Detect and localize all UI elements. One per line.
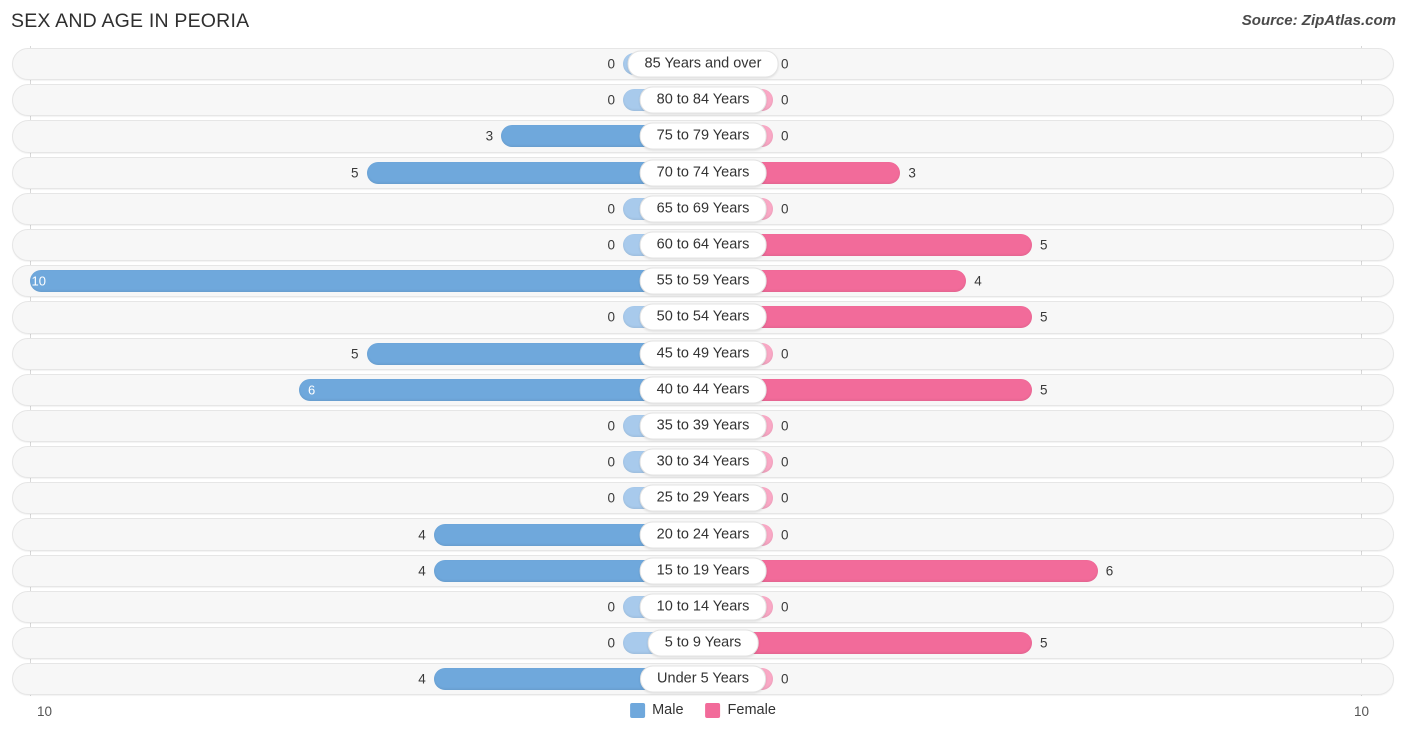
female-value-label: 0 [781, 454, 789, 470]
legend-label-female: Female [727, 702, 776, 718]
female-value-label: 0 [781, 418, 789, 434]
age-group-label: 70 to 74 Years [639, 159, 767, 187]
female-value-label: 6 [1105, 562, 1114, 578]
table-row[interactable]: 4 0 Under 5 Years [0, 661, 1406, 697]
legend-swatch-female-icon [705, 702, 721, 718]
age-group-label: 5 to 9 Years [647, 629, 759, 657]
female-value-label: 0 [781, 526, 789, 542]
age-group-label: 45 to 49 Years [639, 340, 767, 368]
female-value-label: 5 [1040, 635, 1048, 651]
female-value-label: 0 [781, 56, 789, 72]
female-value-label: 3 [908, 164, 916, 180]
age-group-label: 80 to 84 Years [639, 86, 767, 114]
female-value-label: 5 [1040, 237, 1048, 253]
male-value-label: 0 [607, 418, 615, 434]
age-group-label: 10 to 14 Years [639, 593, 767, 621]
table-row[interactable]: 0 0 80 to 84 Years [0, 82, 1406, 118]
table-row[interactable]: 4 6 15 to 19 Years [0, 553, 1406, 589]
age-group-label: 35 to 39 Years [639, 412, 767, 440]
table-row[interactable]: 0 0 30 to 34 Years [0, 444, 1406, 480]
page-title: SEX AND AGE IN PEORIA [11, 10, 250, 32]
table-row[interactable]: 0 5 50 to 54 Years [0, 299, 1406, 335]
table-row[interactable]: 5 0 45 to 49 Years [0, 336, 1406, 372]
table-row[interactable]: 0 5 5 to 9 Years [0, 625, 1406, 661]
legend-swatch-male-icon [630, 702, 646, 718]
male-value-label: 4 [418, 562, 426, 578]
table-row[interactable]: 3 0 75 to 79 Years [0, 118, 1406, 154]
source-attribution: Source: ZipAtlas.com [1241, 12, 1396, 29]
population-pyramid-chart: 0 0 85 Years and over 0 0 80 to 84 Years 3 0 75 … [0, 46, 1406, 696]
male-value-label: 0 [607, 309, 615, 325]
age-group-label: 55 to 59 Years [639, 267, 767, 295]
table-row[interactable]: 0 0 35 to 39 Years [0, 408, 1406, 444]
female-value-label: 0 [781, 128, 789, 144]
chart-footer: 10 10 Male Female [0, 696, 1406, 740]
chart-rows: 0 0 85 Years and over 0 0 80 to 84 Years 3 0 75 … [0, 46, 1406, 697]
age-group-label: 75 to 79 Years [639, 122, 767, 150]
axis-label-left: 10 [37, 704, 53, 719]
male-value-label: 4 [418, 671, 426, 687]
table-row[interactable]: 0 0 25 to 29 Years [0, 480, 1406, 516]
female-value-label: 0 [781, 201, 789, 217]
axis-label-right: 10 [1353, 704, 1369, 719]
female-value-label: 4 [974, 273, 982, 289]
legend-item-female[interactable]: Female [705, 702, 776, 718]
age-group-label: 40 to 44 Years [639, 376, 767, 404]
table-row[interactable]: 4 0 20 to 24 Years [0, 516, 1406, 552]
table-row[interactable]: 0 0 65 to 69 Years [0, 191, 1406, 227]
table-row[interactable]: 5 3 70 to 74 Years [0, 155, 1406, 191]
male-value-label: 0 [607, 201, 615, 217]
age-group-label: 60 to 64 Years [639, 231, 767, 259]
female-value-label: 5 [1040, 309, 1048, 325]
age-group-label: 20 to 24 Years [639, 521, 767, 549]
age-group-label: Under 5 Years [640, 665, 766, 693]
male-value-label: 4 [418, 526, 426, 542]
female-value-label: 0 [781, 599, 789, 615]
table-row[interactable]: 0 5 60 to 64 Years [0, 227, 1406, 263]
female-value-label: 0 [781, 345, 789, 361]
male-value-label: 0 [607, 599, 615, 615]
chart-header: SEX AND AGE IN PEORIA Source: ZipAtlas.c… [0, 0, 1406, 46]
male-value-label: 0 [607, 490, 615, 506]
male-value-label: 0 [607, 237, 615, 253]
age-group-label: 15 to 19 Years [639, 557, 767, 585]
legend-label-male: Male [652, 702, 684, 718]
chart-legend: Male Female [630, 702, 776, 718]
female-value-label: 0 [781, 92, 789, 108]
male-value-label: 5 [350, 345, 359, 361]
male-value-label: 0 [607, 92, 615, 108]
table-row[interactable]: 0 0 10 to 14 Years [0, 589, 1406, 625]
age-group-label: 30 to 34 Years [639, 448, 767, 476]
age-group-label: 85 Years and over [627, 50, 779, 78]
male-value-label: 0 [607, 56, 615, 72]
age-group-label: 65 to 69 Years [639, 195, 767, 223]
table-row[interactable]: 0 0 85 Years and over [0, 46, 1406, 82]
male-bar[interactable] [30, 270, 703, 293]
female-value-label: 5 [1040, 382, 1048, 398]
male-value-label: 10 [31, 273, 46, 289]
legend-item-male[interactable]: Male [630, 702, 684, 718]
age-group-label: 25 to 29 Years [639, 484, 767, 512]
female-value-label: 0 [781, 671, 789, 687]
male-value-label: 6 [307, 382, 316, 398]
table-row[interactable]: 6 5 40 to 44 Years [0, 372, 1406, 408]
male-value-label: 0 [607, 635, 615, 651]
male-value-label: 3 [485, 128, 494, 144]
table-row[interactable]: 10 4 55 to 59 Years [0, 263, 1406, 299]
male-value-label: 0 [607, 454, 615, 470]
age-group-label: 50 to 54 Years [639, 303, 767, 331]
male-value-label: 5 [350, 164, 359, 180]
female-value-label: 0 [781, 490, 789, 506]
